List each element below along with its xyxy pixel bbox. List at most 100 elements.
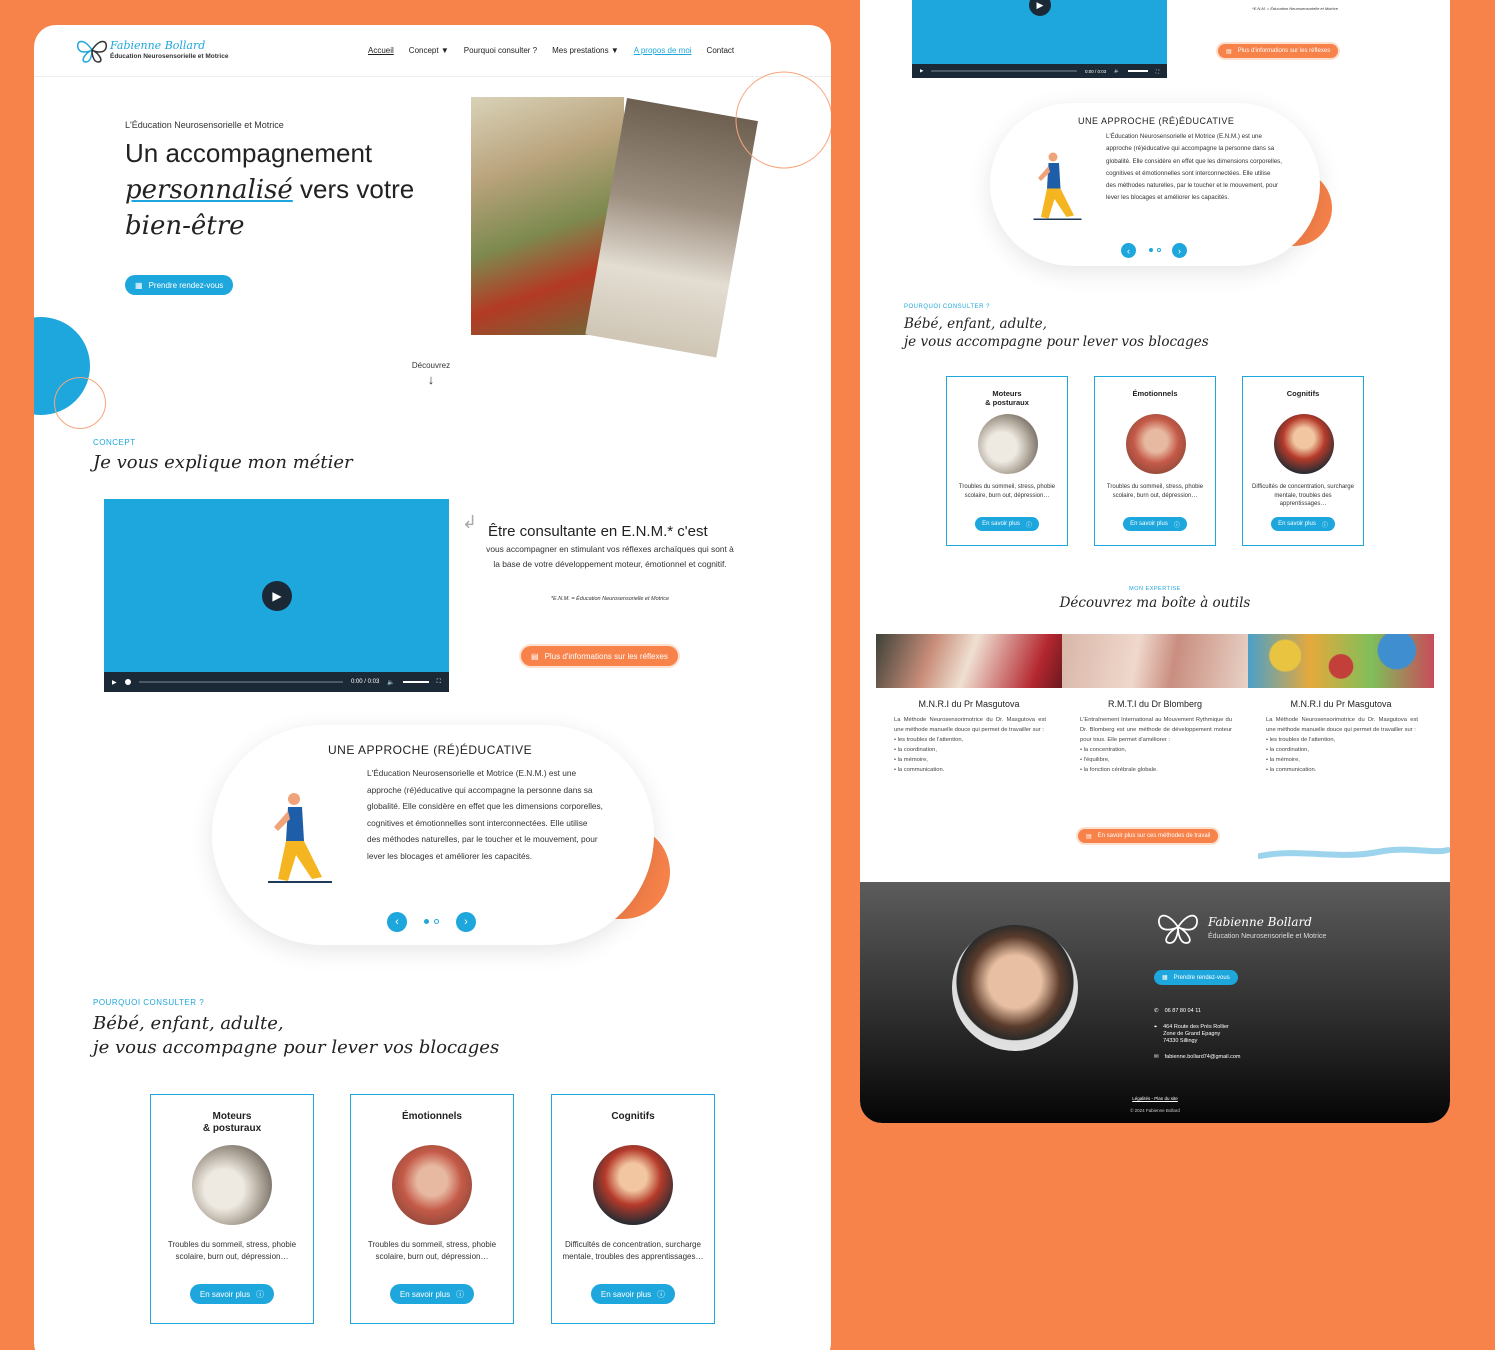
hero-title: Un accompagnement personnalisé vers votr… <box>125 135 414 244</box>
carousel-prev-button[interactable]: ‹ <box>387 912 407 932</box>
hero-title-highlight: personnalisé <box>125 175 293 205</box>
volume-icon[interactable]: 🔈 <box>1114 68 1120 74</box>
hero-title-line2: personnalisé vers votre <box>125 171 414 208</box>
hero-kicker: L'Éducation Neurosensorielle et Motrice <box>125 120 284 130</box>
footer-address-line1: 464 Route des Prés Rollier <box>1163 1024 1229 1030</box>
footer-brand-subtitle: Éducation Neurosensorielle et Motrice <box>1208 933 1327 940</box>
brand-name[interactable]: Fabienne Bollard <box>110 39 205 52</box>
tool-1-point: la communication. <box>897 767 945 773</box>
nav-pourquoi[interactable]: Pourquoi consulter ? <box>464 46 537 55</box>
butterfly-logo-icon[interactable] <box>74 36 110 64</box>
card-emotional-button-label-small: En savoir plus <box>1130 521 1168 527</box>
card-emotional: Émotionnels Troubles du sommeil, stress,… <box>350 1094 514 1324</box>
play-icon[interactable]: ▶ <box>262 581 292 611</box>
card-emotional-button[interactable]: En savoir plus ⓘ <box>389 1284 475 1304</box>
methods-info-label: En savoir plus sur ces méthodes de trava… <box>1097 833 1211 839</box>
reflex-info-button[interactable]: ▤ Plus d'informations sur les réflexes <box>521 646 678 666</box>
discover-link[interactable]: Découvrez ↓ <box>408 361 454 387</box>
volume-icon[interactable]: 🔈 <box>387 679 394 686</box>
hero-title-line1: Un accompagnement <box>125 138 373 168</box>
carousel-dot[interactable] <box>1157 248 1161 252</box>
approach-title-small: UNE APPROCHE (RÉ)ÉDUCATIVE <box>1078 116 1235 126</box>
tool-text-3-list: • les troubles de l'attention, • la coor… <box>1266 737 1336 773</box>
tool-1-point: la coordination, <box>897 747 937 753</box>
carousel-dot[interactable] <box>434 919 439 924</box>
card-motor-desc-small: Troubles du sommeil, stress, phobie scol… <box>958 484 1056 499</box>
why-title-line1: Bébé, enfant, adulte, <box>93 1013 284 1034</box>
carousel-dot-active[interactable] <box>424 919 429 924</box>
carousel-next-button[interactable]: › <box>1172 243 1187 258</box>
concept-video-player-small[interactable]: ▶ ▶ 0:00 / 0:03 🔈 ⛶ <box>912 0 1167 78</box>
footer-phone[interactable]: ✆ 06 87 80 04 11 <box>1154 1008 1241 1015</box>
tool-3-point: la coordination, <box>1269 747 1309 753</box>
methods-info-button[interactable]: ▤ En savoir plus sur ces méthodes de trav… <box>1078 829 1219 843</box>
fullscreen-icon[interactable]: ⛶ <box>1156 69 1159 74</box>
nav-a-propos[interactable]: A propos de moi <box>634 46 692 55</box>
carousel-prev-button[interactable]: ‹ <box>1121 243 1136 258</box>
nav-prestations[interactable]: Mes prestations ▼ <box>552 46 619 55</box>
fullscreen-icon[interactable]: ⛶ <box>437 679 441 686</box>
homepage-scrolled-preview: ▶ ▶ 0:00 / 0:03 🔈 ⛶ *E.N.M. = Éducation … <box>860 0 1450 1123</box>
footer-book-appointment-label: Prendre rendez-vous <box>1173 974 1230 981</box>
card-motor-button-small[interactable]: En savoir plus ⓘ <box>975 517 1039 531</box>
book-appointment-button[interactable]: ▦ Prendre rendez-vous <box>125 275 234 295</box>
site-header: Fabienne Bollard Éducation Neurosensorie… <box>34 25 831 77</box>
phone-icon: ✆ <box>1154 1008 1159 1014</box>
card-cognitive-button-small[interactable]: En savoir plus ⓘ <box>1271 517 1335 531</box>
tool-image-rmti <box>1062 634 1248 688</box>
card-cognitive-button-label: En savoir plus <box>600 1289 652 1299</box>
footer-book-appointment-button[interactable]: ▦ Prendre rendez-vous <box>1154 970 1238 985</box>
reflex-info-button-small[interactable]: ▤ Plus d'informations sur les réflexes <box>1218 44 1339 58</box>
footer-email[interactable]: ✉ fabienne.bollard74@gmail.com <box>1154 1054 1241 1061</box>
play-small-icon[interactable]: ▶ <box>112 679 117 686</box>
approach-title: UNE APPROCHE (RÉ)ÉDUCATIVE <box>328 743 533 757</box>
tool-3-point: la mémoire, <box>1269 757 1300 763</box>
nav-accueil[interactable]: Accueil <box>368 46 394 55</box>
card-cognitive-small: Cognitifs Difficultés de concentration, … <box>1242 376 1364 546</box>
reflex-info-label-small: Plus d'informations sur les réflexes <box>1237 48 1331 54</box>
approach-text: L'Éducation Neurosensorielle et Motrice … <box>367 768 603 861</box>
why-tag-small: POURQUOI CONSULTER ? <box>904 304 990 310</box>
concept-text: vous accompagner en stimulant vos réflex… <box>486 544 734 569</box>
progress-bar[interactable] <box>138 681 343 683</box>
tool-2-point: l'équilibre, <box>1083 757 1110 763</box>
tool-text-2-intro: L'Entraînement International au Mouvemen… <box>1080 717 1232 743</box>
nav-contact[interactable]: Contact <box>707 46 735 55</box>
play-icon[interactable]: ▶ <box>1029 0 1051 16</box>
chevron-left-icon: ‹ <box>395 916 399 928</box>
card-emotional-button-small[interactable]: En savoir plus ⓘ <box>1123 517 1187 531</box>
progress-bar[interactable] <box>931 70 1077 72</box>
video-time: 0:00 / 0:03 <box>350 679 380 685</box>
card-cognitive-desc: Difficultés de concentration, surcharge … <box>562 1240 704 1261</box>
card-motor-button[interactable]: En savoir plus ⓘ <box>189 1284 275 1304</box>
card-cognitive-button-label-small: En savoir plus <box>1278 521 1316 527</box>
card-motor-button-label-small: En savoir plus <box>982 521 1020 527</box>
card-emotional-title-small: Émotionnels <box>1132 389 1178 398</box>
concept-footnote-small: *E.N.M. = Éducation Neurosensorielle et … <box>1252 6 1338 11</box>
volume-slider[interactable] <box>1127 70 1148 72</box>
nav-concept[interactable]: Concept ▼ <box>409 46 449 55</box>
book-appointment-label: Prendre rendez-vous <box>148 280 224 290</box>
footer-legal-links[interactable]: Légalités - Plan du site <box>860 1096 1450 1101</box>
card-cognitive-button[interactable]: En savoir plus ⓘ <box>590 1284 676 1304</box>
brand-subtitle: Éducation Neurosensorielle et Motrice <box>110 53 229 60</box>
play-small-icon[interactable]: ▶ <box>920 68 923 74</box>
info-icon: ⓘ <box>1025 522 1032 529</box>
info-icon: ⓘ <box>657 1289 666 1299</box>
card-motor-image-small <box>978 414 1038 474</box>
tool-image-mnri-1 <box>876 634 1062 688</box>
carousel-dot-active[interactable] <box>1149 248 1153 252</box>
tool-text-2: L'Entraînement International au Mouvemen… <box>1080 715 1232 775</box>
carousel-next-button[interactable]: › <box>456 912 476 932</box>
chevron-left-icon: ‹ <box>1127 245 1130 256</box>
volume-slider[interactable] <box>402 681 429 683</box>
tool-1-point: la mémoire, <box>897 757 928 763</box>
location-icon: ⌖ <box>1154 1024 1158 1030</box>
butterfly-logo-icon[interactable] <box>1154 908 1202 946</box>
progress-thumb[interactable] <box>124 679 131 685</box>
tool-2-point: la concentration, <box>1083 747 1127 753</box>
main-nav: Accueil Concept ▼ Pourquoi consulter ? M… <box>368 46 749 55</box>
calendar-icon: ▦ <box>135 280 143 290</box>
concept-video-player[interactable]: ▶ ▶ 0:00 / 0:03 🔈 ⛶ <box>104 499 449 692</box>
concept-tag: CONCEPT <box>93 438 136 447</box>
